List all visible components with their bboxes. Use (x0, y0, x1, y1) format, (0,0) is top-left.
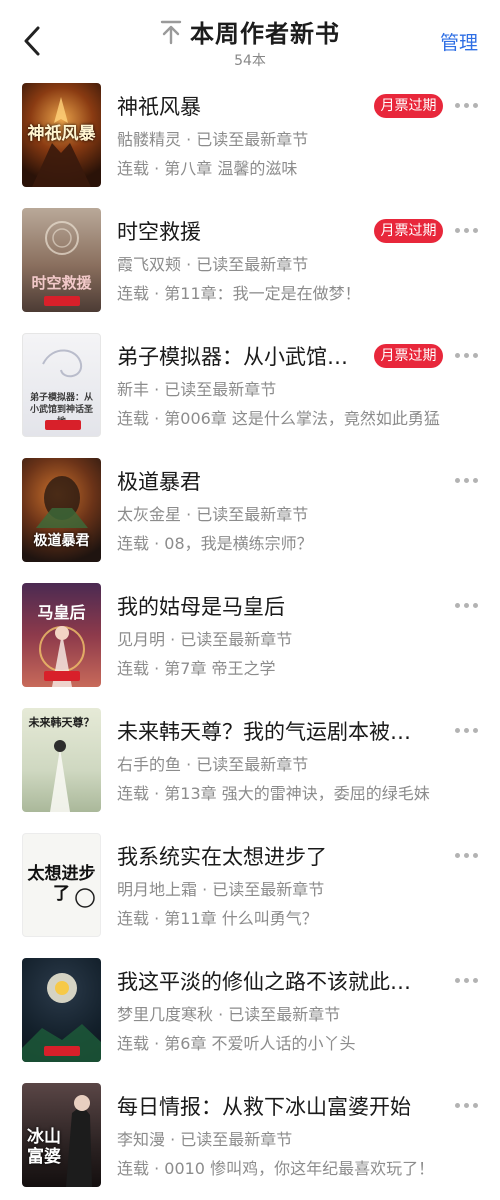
cover-title: 未来韩天尊？ (28, 716, 95, 729)
book-list: 神祇风暴 神祇风暴 月票过期 骷髅精灵 · 已读至最新章节 连载 · 第八章 温… (0, 75, 500, 1200)
list-item[interactable]: 极道暴君 极道暴君 太灰金星 · 已读至最新章节 连载 · 08，我是横练宗师？ (0, 450, 500, 575)
book-title[interactable]: 我系统实在太想进步了 (117, 841, 367, 871)
list-item[interactable]: 太想进步了 我系统实在太想进步了 明月地上霜 · 已读至最新章节 连载 · 第1… (0, 825, 500, 950)
more-button[interactable] (452, 347, 482, 363)
read-status: 已读至最新章节 (196, 505, 309, 524)
book-author: 骷髅精灵 (117, 130, 182, 149)
read-status: 已读至最新章节 (180, 630, 293, 649)
list-item[interactable]: 神祇风暴 神祇风暴 月票过期 骷髅精灵 · 已读至最新章节 连载 · 第八章 温… (0, 75, 500, 200)
book-meta: 李知漫 · 已读至最新章节 (117, 1130, 293, 1149)
book-title[interactable]: 神祇风暴 (117, 91, 367, 121)
latest-chapter: 连载 · 第11章：我一定是在做梦！ (117, 284, 361, 303)
book-cover[interactable]: 极道暴君 (22, 458, 101, 562)
monthly-ticket-expired-badge: 月票过期 (374, 219, 443, 243)
more-button[interactable] (452, 972, 482, 988)
more-button[interactable] (452, 97, 482, 113)
book-cover[interactable]: 马皇后 (22, 583, 101, 687)
book-meta: 骷髅精灵 · 已读至最新章节 (117, 130, 309, 149)
book-cover[interactable]: 未来韩天尊？ (22, 708, 101, 812)
read-status: 已读至最新章节 (180, 1130, 293, 1149)
latest-chapter: 连载 · 第6章 不爱听人话的小丫头 (117, 1034, 356, 1053)
book-title[interactable]: 弟子模拟器：从小武馆到神话圣地 (117, 341, 367, 371)
cover-title: 冰山富婆 (27, 1127, 61, 1167)
latest-chapter: 连载 · 第13章 强大的雷神诀，委屈的绿毛妹 (117, 784, 430, 803)
book-meta: 太灰金星 · 已读至最新章节 (117, 505, 309, 524)
latest-chapter: 连载 · 0010 惨叫鸡，你这年纪最喜欢玩了！ (117, 1159, 435, 1178)
page-title: 本周作者新书 (190, 20, 340, 48)
book-meta: 新丰 · 已读至最新章节 (117, 380, 277, 399)
book-author: 右手的鱼 (117, 755, 182, 774)
book-title[interactable]: 我的姑母是马皇后 (117, 591, 367, 621)
latest-chapter: 连载 · 第7章 帝王之学 (117, 659, 276, 678)
read-status: 已读至最新章节 (164, 380, 277, 399)
list-item[interactable]: 我这平淡的修仙之路不该就此结束 梦里几度寒秋 · 已读至最新章节 连载 · 第6… (0, 950, 500, 1075)
latest-chapter: 连载 · 08，我是横练宗师？ (117, 534, 313, 553)
book-author: 李知漫 (117, 1130, 166, 1149)
list-item[interactable]: 冰山富婆 每日情报：从救下冰山富婆开始 李知漫 · 已读至最新章节 连载 · 0… (0, 1075, 500, 1200)
list-item[interactable]: 未来韩天尊？ 未来韩天尊？我的气运剧本被篡改 右手的鱼 · 已读至最新章节 连载… (0, 700, 500, 825)
publisher-badge (44, 296, 80, 306)
top-bar: 本周作者新书 54本 管理 (0, 0, 500, 75)
book-title[interactable]: 每日情报：从救下冰山富婆开始 (117, 1091, 437, 1121)
book-author: 梦里几度寒秋 (117, 1005, 214, 1024)
book-author: 霞飞双颊 (117, 255, 182, 274)
cover-title: 极道暴君 (33, 533, 90, 549)
more-button[interactable] (452, 722, 482, 738)
publisher-badge (45, 420, 81, 430)
more-button[interactable] (452, 847, 482, 863)
book-cover[interactable]: 时空救援 (22, 208, 101, 312)
book-title[interactable]: 我这平淡的修仙之路不该就此结束 (117, 966, 429, 996)
more-button[interactable] (452, 597, 482, 613)
monthly-ticket-expired-badge: 月票过期 (374, 94, 443, 118)
latest-chapter: 连载 · 第11章 什么叫勇气？ (117, 909, 318, 928)
cover-title: 神祇风暴 (27, 124, 96, 144)
book-cover[interactable]: 太想进步了 (22, 833, 101, 937)
book-author: 太灰金星 (117, 505, 182, 524)
book-author: 明月地上霜 (117, 880, 198, 899)
read-status: 已读至最新章节 (228, 1005, 341, 1024)
latest-chapter: 连载 · 第八章 温馨的滋味 (117, 159, 298, 178)
manage-button[interactable]: 管理 (440, 28, 478, 55)
publisher-badge (44, 1046, 80, 1056)
list-item[interactable]: 马皇后 我的姑母是马皇后 见月明 · 已读至最新章节 连载 · 第7章 帝王之学 (0, 575, 500, 700)
pin-to-top-icon[interactable] (160, 19, 182, 45)
book-meta: 见月明 · 已读至最新章节 (117, 630, 293, 649)
list-item[interactable]: 时空救援 时空救援 月票过期 霞飞双颊 · 已读至最新章节 连载 · 第11章：… (0, 200, 500, 325)
book-meta: 明月地上霜 · 已读至最新章节 (117, 880, 325, 899)
more-button[interactable] (452, 1097, 482, 1113)
publisher-badge (44, 671, 80, 681)
book-cover[interactable]: 冰山富婆 (22, 1083, 101, 1187)
latest-chapter: 连载 · 第006章 这是什么掌法，竟然如此勇猛 (117, 409, 440, 428)
book-title[interactable]: 时空救援 (117, 216, 367, 246)
book-count: 54本 (234, 53, 266, 69)
title-block: 本周作者新书 54本 (0, 14, 500, 70)
cover-title: 马皇后 (37, 603, 86, 622)
more-button[interactable] (452, 472, 482, 488)
read-status: 已读至最新章节 (196, 130, 309, 149)
book-meta: 右手的鱼 · 已读至最新章节 (117, 755, 309, 774)
more-button[interactable] (452, 222, 482, 238)
book-cover[interactable]: 神祇风暴 (22, 83, 101, 187)
read-status: 已读至最新章节 (212, 880, 325, 899)
book-title[interactable]: 未来韩天尊？我的气运剧本被篡改 (117, 716, 429, 746)
book-author: 新丰 (117, 380, 150, 399)
book-cover[interactable]: 弟子模拟器：从小武馆到神话圣地 (22, 333, 101, 437)
cover-title: 时空救援 (31, 274, 92, 292)
book-meta: 霞飞双颊 · 已读至最新章节 (117, 255, 309, 274)
book-title[interactable]: 极道暴君 (117, 466, 367, 496)
book-author: 见月明 (117, 630, 166, 649)
book-meta: 梦里几度寒秋 · 已读至最新章节 (117, 1005, 341, 1024)
monthly-ticket-expired-badge: 月票过期 (374, 344, 443, 368)
cover-title: 太想进步了 (27, 864, 96, 904)
book-cover[interactable] (22, 958, 101, 1062)
read-status: 已读至最新章节 (196, 255, 309, 274)
list-item[interactable]: 弟子模拟器：从小武馆到神话圣地 弟子模拟器：从小武馆到神话圣地 月票过期 新丰 … (0, 325, 500, 450)
read-status: 已读至最新章节 (196, 755, 309, 774)
